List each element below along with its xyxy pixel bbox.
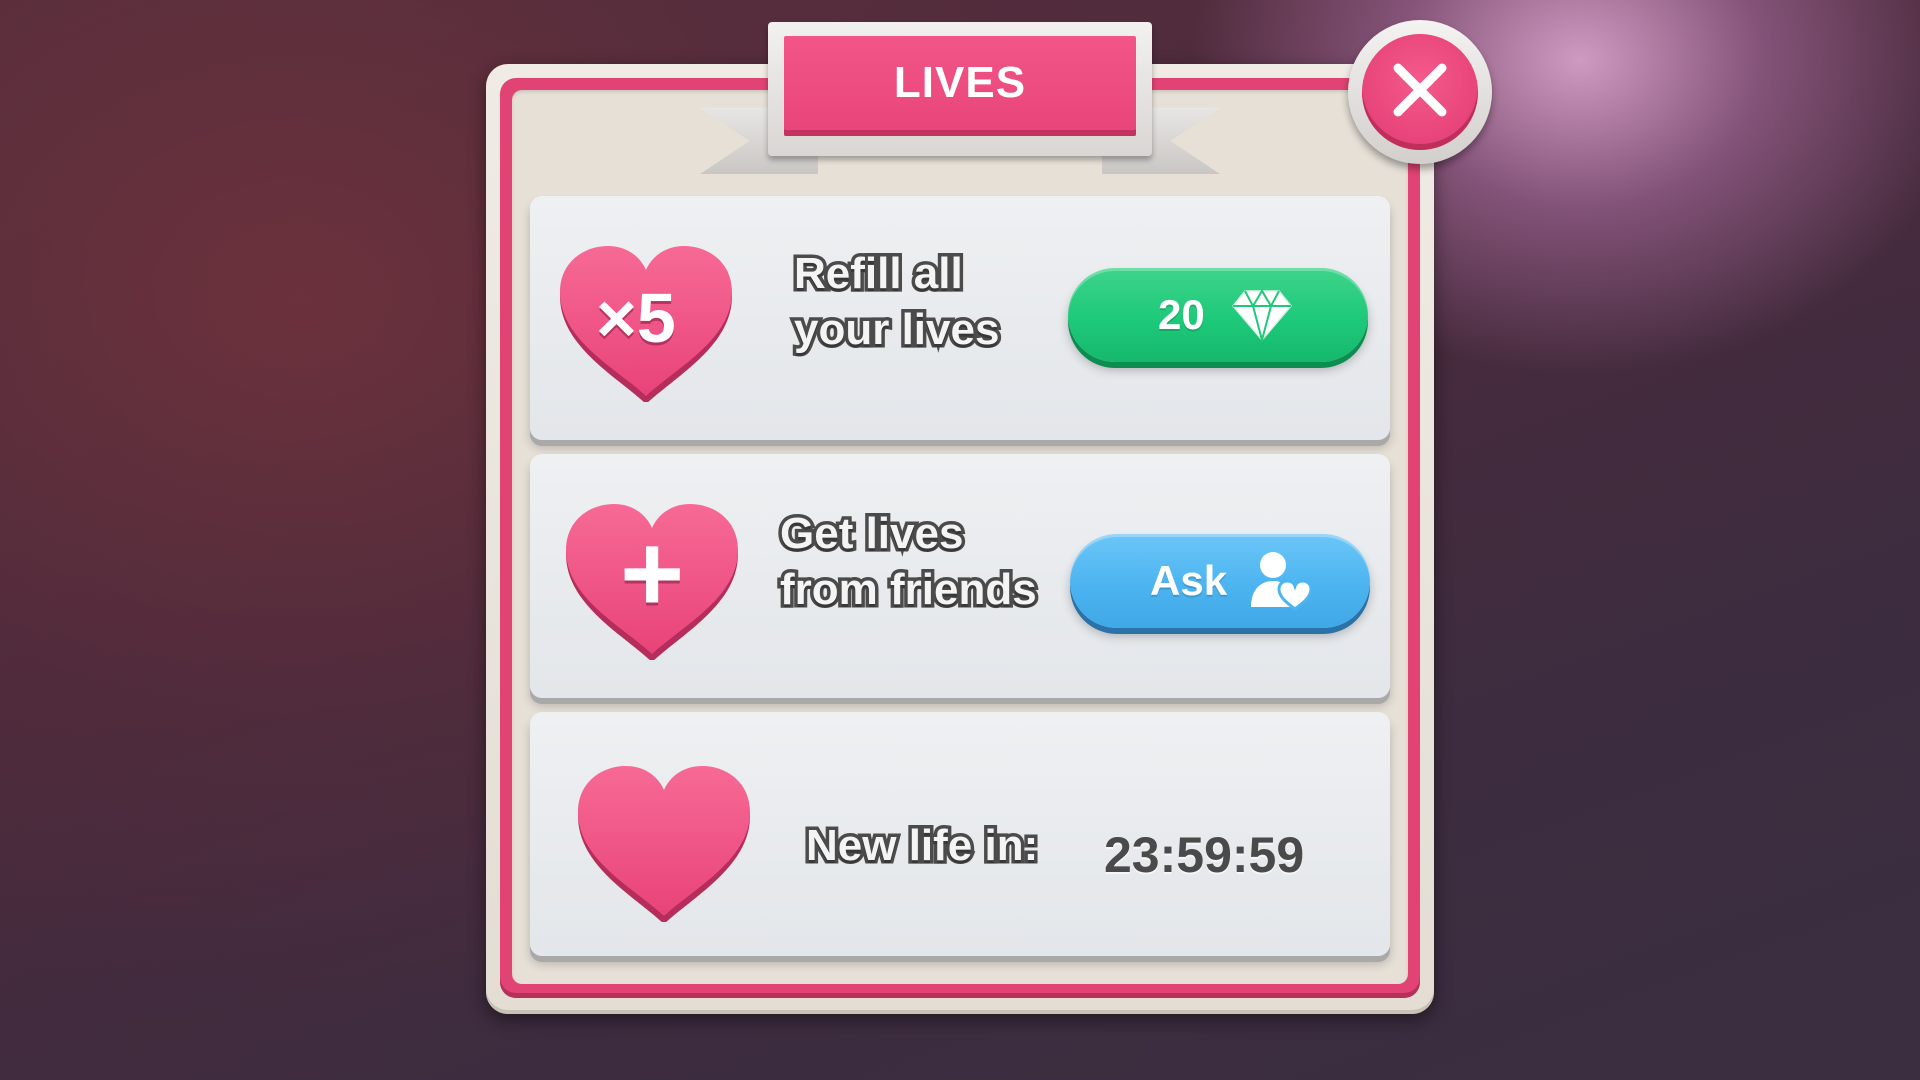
refill-text-line2: your lives <box>790 302 1002 358</box>
ask-text-line1: Get lives <box>776 506 966 562</box>
dialog-title: LIVES <box>893 58 1027 107</box>
title-plate: LIVES <box>784 36 1136 136</box>
heart-multiplier-label: ×5 <box>596 279 676 357</box>
ask-button-label: Ask <box>1150 557 1228 604</box>
refill-text-line1: Refill all <box>791 246 967 302</box>
new-life-countdown: 23:59:59 <box>1104 827 1305 883</box>
ask-friends-card: + Get lives from friends Ask <box>530 454 1390 698</box>
heart-plus-label: + <box>620 512 685 635</box>
refill-price: 20 <box>1158 291 1205 338</box>
new-life-label: New life in: <box>802 818 1041 874</box>
refill-buy-button[interactable]: 20 <box>1068 268 1368 362</box>
ask-friends-button[interactable]: Ask <box>1070 534 1370 628</box>
heart-icon <box>578 766 750 922</box>
close-button[interactable] <box>1348 20 1492 164</box>
close-icon <box>1393 63 1447 117</box>
close-button-face[interactable] <box>1362 34 1478 150</box>
refill-lives-card: ×5 Refill all your lives 20 <box>530 196 1390 440</box>
diamond-icon <box>1231 289 1292 342</box>
title-banner: LIVES <box>768 22 1152 156</box>
ask-text-line2: from friends <box>777 562 1041 618</box>
friend-heart-icon <box>1251 552 1312 611</box>
